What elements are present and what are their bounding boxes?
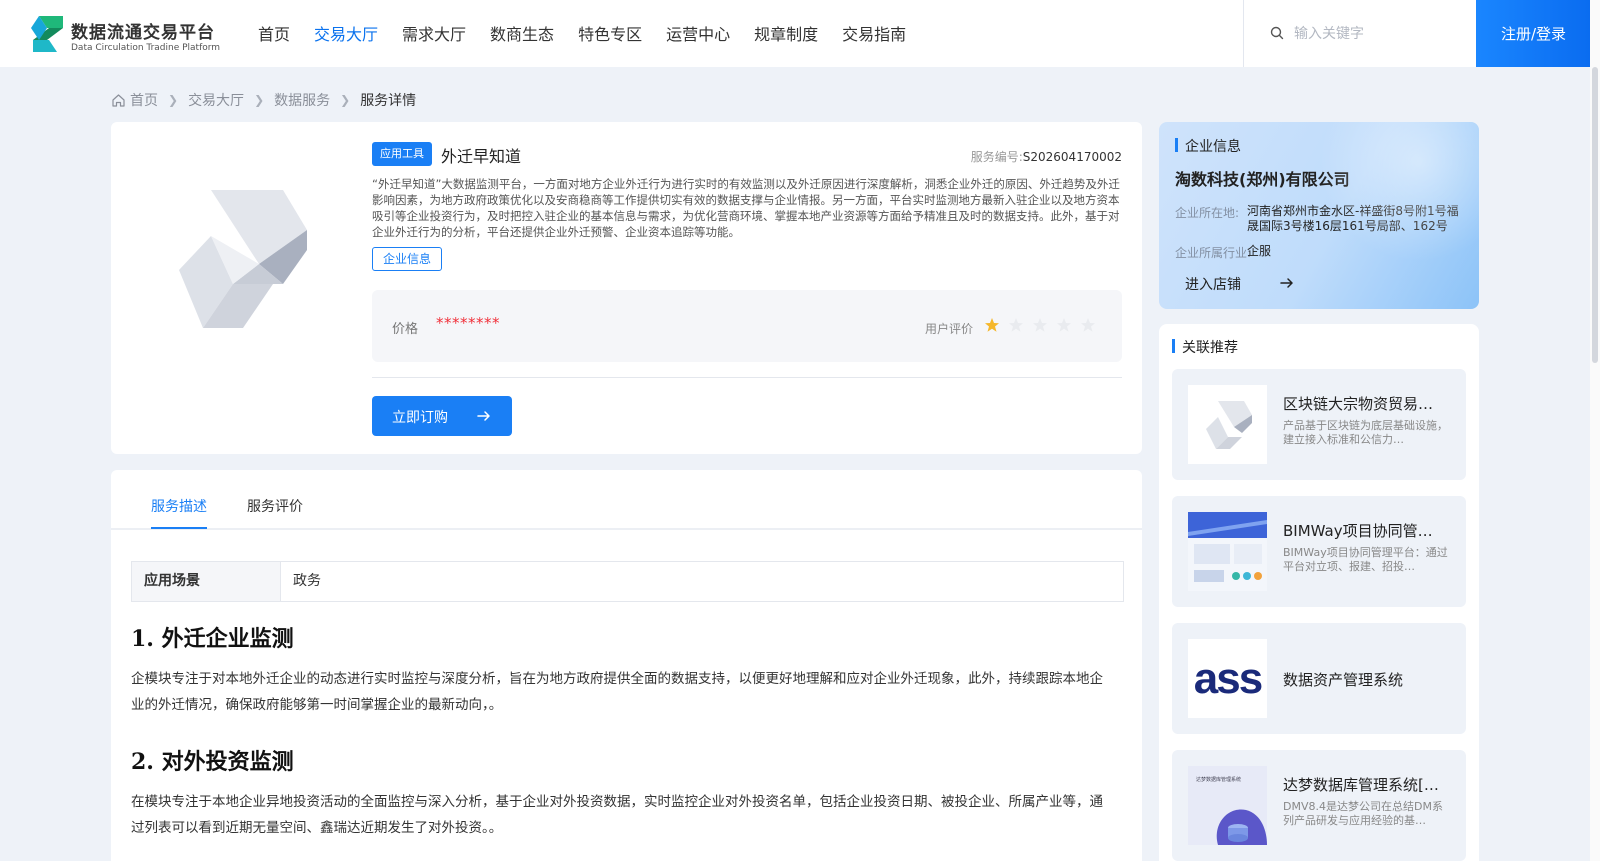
top-header: 数据流通交易平台 Data Circulation Tradine Platfo… [0, 0, 1591, 67]
arrow-right-icon [1280, 278, 1293, 288]
recommendation-item[interactable]: 区块链大宗物资贸易… 产品基于区块链为底层基础设施，建立接入标准和公信力… [1172, 369, 1466, 480]
logo-icon [31, 16, 63, 52]
company-info-card: 企业信息 淘数科技(郑州)有限公司 企业所在地: 河南省郑州市金水区-祥盛街8号… [1159, 122, 1479, 309]
star-empty-icon [1081, 318, 1095, 332]
recommendation-item[interactable]: BIMWay项目协同管… BIMWay项目协同管理平台：通过平台对立项、报建、招… [1172, 496, 1466, 607]
related-recommendations: 关联推荐 区块链大宗物资贸易… 产品基于区块链为底层基础设施，建立接入标准和公信… [1159, 324, 1479, 861]
location-label: 企业所在地: [1175, 206, 1240, 220]
logo-title: 数据流通交易平台 [71, 23, 215, 43]
recommendation-item[interactable]: 达梦数据库管理系统 达梦数据库管理系统[… DMV8.4是达梦公司在总结DM系列… [1172, 750, 1466, 861]
recommendation-thumbnail [1188, 512, 1267, 591]
category-tag: 应用工具 [372, 142, 432, 166]
platform-logo[interactable]: 数据流通交易平台 Data Circulation Tradine Platfo… [29, 14, 229, 56]
search-box [1243, 0, 1476, 67]
logo-subtitle: Data Circulation Tradine Platform [71, 43, 221, 53]
search-icon[interactable] [1270, 26, 1284, 40]
register-login-button[interactable]: 注册/登录 [1476, 0, 1591, 67]
chevron-right-icon: ❯ [340, 93, 351, 107]
service-number-label: 服务编号: [970, 150, 1023, 164]
rating-stars [984, 317, 1104, 333]
section-text: 企模块专注于对本地外迁企业的动态进行实时监控与深度分析，旨在为地方政府提供全面的… [131, 671, 1103, 713]
product-card: 应用工具 外迁早知道 服务编号:S202604170002 “外迁早知道”大数据… [111, 122, 1142, 454]
service-detail-card: 服务描述 服务评价 应用场景 政务 1. 外迁企业监测 企模块专注于对本地外迁企… [111, 470, 1142, 861]
nav-operation-center[interactable]: 运营中心 [654, 0, 742, 67]
recommendation-desc: BIMWay项目协同管理平台：通过平台对立项、报建、招投… [1283, 546, 1448, 573]
nav-special-zone[interactable]: 特色专区 [566, 0, 654, 67]
recommendation-desc: DMV8.4是达梦公司在总结DM系列产品研发与应用经验的基… [1283, 800, 1443, 827]
recommendation-thumbnail [1188, 385, 1267, 464]
product-description: “外迁早知道”大数据监测平台，一方面对地方企业外迁行为进行实时的有效监测以及外迁… [372, 177, 1120, 239]
section-heading: 2. 对外投资监测 [131, 749, 294, 775]
breadcrumb-home[interactable]: 首页 [130, 90, 158, 110]
company-name: 淘数科技(郑州)有限公司 [1175, 170, 1350, 189]
recommendation-title: BIMWay项目协同管… [1283, 522, 1433, 540]
arrow-right-icon [477, 411, 490, 421]
recommendation-title: 数据资产管理系统 [1283, 671, 1404, 689]
nav-rules[interactable]: 规章制度 [742, 0, 830, 67]
product-placeholder-image [179, 190, 307, 328]
breadcrumb-data-service[interactable]: 数据服务 [274, 90, 330, 110]
nav-home[interactable]: 首页 [246, 0, 302, 67]
nav-trading-hall[interactable]: 交易大厅 [302, 0, 390, 67]
breadcrumb-current: 服务详情 [360, 93, 417, 109]
star-empty-icon [1009, 318, 1023, 332]
divider [372, 377, 1122, 378]
price-label: 价格 [392, 322, 419, 337]
order-now-label: 立即订购 [392, 410, 448, 426]
application-scene-table: 应用场景 政务 [131, 561, 1124, 602]
recommendation-thumbnail: ass [1188, 639, 1267, 718]
star-empty-icon [1033, 318, 1047, 332]
scene-value: 政务 [293, 573, 321, 589]
company-info-button[interactable]: 企业信息 [372, 247, 443, 271]
nav-trading-guide[interactable]: 交易指南 [830, 0, 918, 67]
section-text: 在模块专注于本地企业异地投资活动的全面监控与深入分析，基于企业对外投资数据，实时… [131, 794, 1103, 836]
order-now-button[interactable]: 立即订购 [372, 396, 512, 436]
recommendation-title: 区块链大宗物资贸易… [1283, 395, 1434, 413]
search-input[interactable] [1294, 22, 1464, 46]
location-value: 河南省郑州市金水区-祥盛街8号附1号福晟国际3号楼16层161号局部、162号 [1247, 204, 1459, 233]
main-nav: 首页 交易大厅 需求大厅 数商生态 特色专区 运营中心 规章制度 交易指南 [246, 0, 918, 67]
industry-label: 企业所属行业: [1175, 246, 1252, 260]
tab-service-description[interactable]: 服务描述 [151, 496, 207, 516]
service-number-value: S202604170002 [1022, 150, 1122, 164]
service-number: 服务编号:S202604170002 [971, 148, 1122, 165]
page-scrollbar-thumb[interactable] [1592, 67, 1598, 363]
recommendation-title: 达梦数据库管理系统[… [1283, 776, 1439, 794]
home-icon[interactable] [111, 93, 126, 108]
breadcrumb: 首页 ❯ 交易大厅 ❯ 数据服务 ❯ 服务详情 [111, 90, 416, 110]
active-tab-indicator [151, 527, 207, 529]
section-heading: 1. 外迁企业监测 [131, 626, 294, 652]
chevron-right-icon: ❯ [168, 93, 179, 107]
database-illustration-icon [1216, 809, 1267, 845]
company-info-heading: 企业信息 [1175, 136, 1241, 156]
rating-label: 用户评价 [925, 322, 974, 336]
detail-tabs: 服务描述 服务评价 [111, 470, 1142, 530]
price-panel: 价格 ******** 用户评价 [372, 290, 1122, 362]
enter-shop-link[interactable]: 进入店铺 [1185, 274, 1293, 294]
recommendations-heading: 关联推荐 [1172, 337, 1238, 357]
tab-service-reviews[interactable]: 服务评价 [247, 496, 303, 516]
breadcrumb-trading-hall[interactable]: 交易大厅 [188, 90, 244, 110]
recommendation-thumbnail: 达梦数据库管理系统 [1188, 766, 1267, 845]
product-title: 外迁早知道 [441, 147, 522, 166]
nav-ecosystem[interactable]: 数商生态 [478, 0, 566, 67]
scene-label: 应用场景 [132, 562, 281, 601]
recommendation-item[interactable]: ass 数据资产管理系统 [1172, 623, 1466, 734]
chevron-right-icon: ❯ [254, 93, 265, 107]
price-value: ******** [436, 314, 500, 332]
nav-demand-hall[interactable]: 需求大厅 [390, 0, 478, 67]
recommendation-desc: 产品基于区块链为底层基础设施，建立接入标准和公信力… [1283, 419, 1448, 446]
thumbnail-logo-text: ass [1193, 653, 1263, 703]
star-filled-icon [985, 318, 999, 332]
star-empty-icon [1057, 318, 1071, 332]
industry-value: 企服 [1247, 244, 1272, 258]
enter-shop-label: 进入店铺 [1185, 277, 1241, 293]
